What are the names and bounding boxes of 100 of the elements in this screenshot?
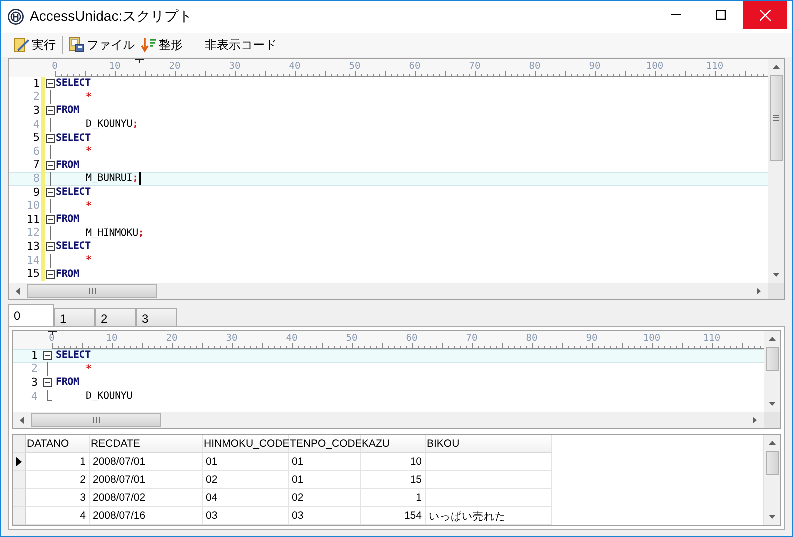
ruler-number: 80 [526, 334, 538, 343]
toolbar-button[interactable]: 整形 [138, 34, 186, 56]
close-button[interactable] [743, 1, 787, 29]
ruler-number: 30 [226, 334, 238, 343]
grip-icon [773, 115, 779, 121]
scroll-down-icon[interactable] [772, 273, 780, 277]
scroll-thumb[interactable] [31, 413, 161, 427]
keyword-text: FROM [56, 105, 80, 116]
toolbar-button[interactable]: ファイル [66, 34, 138, 56]
keyword-text: FROM [56, 377, 80, 388]
scroll-thumb[interactable] [766, 451, 778, 475]
table-cell: 04 [203, 489, 289, 507]
column-header[interactable]: KAZU [361, 435, 426, 453]
column-header[interactable]: DATANO [26, 435, 90, 453]
table-cell: 3 [26, 489, 90, 507]
ruler-number: 60 [409, 62, 421, 71]
header-corner [13, 435, 26, 453]
result-tab[interactable]: 1 [54, 308, 95, 326]
scroll-up-icon[interactable] [768, 337, 776, 341]
line-number: 6 [32, 146, 40, 158]
scroll-down-icon[interactable] [768, 402, 776, 406]
ruler-number: 60 [406, 334, 418, 343]
line-number: 15 [26, 268, 40, 280]
collapse-icon[interactable] [46, 242, 54, 252]
ruler-number: 100 [643, 334, 661, 343]
collapse-icon[interactable] [46, 188, 54, 198]
symbol-text: * [86, 255, 92, 266]
collapse-icon[interactable] [46, 79, 54, 88]
ruler-number: 90 [586, 334, 598, 343]
collapse-icon[interactable] [46, 270, 54, 279]
scroll-thumb[interactable] [27, 284, 157, 298]
line-number: 13 [26, 240, 40, 253]
table-cell: 01 [203, 453, 289, 471]
collapse-icon[interactable] [46, 106, 54, 116]
close-icon [760, 10, 770, 20]
symbol-text: ; [138, 228, 144, 239]
script-editor[interactable]: 0 10 20 30 40 50 60 70 80 90 100 110 1 SELECT 2 * 3 FROM 4 D_KOUNYU; 5 SELECT 6 * 7 FROM 8 M_BUNRUI; 9 SELECT 10 * 11 FROM 12 M_HINMOKU; 13 SELECT 14 * 15 FROM [8, 58, 785, 300]
result-tab[interactable]: 3 [136, 308, 177, 326]
ruler-number: 50 [349, 62, 361, 71]
line-number: 12 [26, 227, 40, 240]
pencil-page-icon [14, 37, 30, 53]
column-header[interactable]: HINMOKU_CODE [203, 435, 289, 453]
column-header[interactable]: BIKOU [426, 435, 552, 453]
row-header[interactable] [13, 453, 26, 471]
table-cell: 154 [361, 507, 426, 525]
symbol-text: * [86, 92, 92, 103]
table-cell: 2008/07/01 [90, 471, 203, 489]
table-cell: 2 [26, 471, 90, 489]
ruler-number: 10 [109, 62, 121, 71]
collapse-icon[interactable] [46, 215, 54, 224]
identifier-text: D_KOUNYU [86, 119, 133, 130]
result-tab[interactable]: 2 [95, 308, 136, 326]
line-number: 2 [30, 363, 38, 376]
line-number: 10 [26, 200, 40, 212]
table-cell: 03 [289, 507, 361, 525]
ruler-number: 110 [703, 334, 721, 343]
symbol-text: * [86, 146, 92, 158]
scroll-left-icon[interactable] [16, 288, 20, 294]
column-header[interactable]: RECDATE [90, 435, 203, 453]
collapse-icon[interactable] [42, 351, 52, 360]
table-cell: 4 [26, 507, 90, 525]
vertical-scrollbar[interactable] [764, 331, 780, 412]
keyword-text: FROM [56, 160, 80, 171]
ruler-number: 0 [52, 62, 58, 71]
column-header[interactable]: TENPO_CODE [289, 435, 361, 453]
scroll-down-icon[interactable] [768, 515, 776, 519]
ruler-number: 30 [229, 62, 241, 71]
line-number: 11 [26, 214, 40, 226]
app-logo-icon [8, 9, 24, 25]
symbol-text: * [86, 200, 92, 212]
line-number: 1 [32, 78, 40, 90]
keyword-text: SELECT [56, 241, 91, 252]
ruler-number: 40 [286, 334, 298, 343]
scroll-up-icon[interactable] [768, 441, 776, 445]
scroll-right-icon[interactable] [753, 416, 757, 424]
horizontal-scrollbar[interactable] [13, 412, 764, 428]
line-number: 3 [32, 104, 40, 117]
ruler-number: 50 [346, 334, 358, 343]
scroll-thumb[interactable] [766, 347, 778, 371]
scroll-left-icon[interactable] [20, 416, 24, 424]
window-title: AccessUnidac:スクリプト [30, 8, 193, 26]
toolbar-button[interactable]: 実行 [11, 34, 59, 56]
line-number: 4 [32, 118, 40, 131]
result-tab[interactable]: 0 [8, 304, 54, 326]
collapse-icon[interactable] [46, 134, 54, 143]
table-cell: 10 [361, 453, 426, 471]
scroll-thumb[interactable] [770, 75, 782, 161]
scroll-right-icon[interactable] [757, 288, 761, 294]
collapse-icon[interactable] [46, 160, 54, 170]
table-cell: 2008/07/02 [90, 489, 203, 507]
scrollbar-corner [764, 412, 780, 428]
table-cell: 02 [289, 489, 361, 507]
horizontal-scrollbar[interactable] [9, 283, 768, 299]
collapse-icon[interactable] [42, 378, 52, 388]
line-number: 7 [32, 159, 40, 172]
vertical-scrollbar[interactable] [764, 435, 780, 525]
toolbar-button[interactable]: 非表示コード [202, 34, 280, 56]
table-cell: 03 [203, 507, 289, 525]
scroll-up-icon[interactable] [772, 65, 780, 69]
vertical-scrollbar[interactable] [768, 59, 784, 283]
